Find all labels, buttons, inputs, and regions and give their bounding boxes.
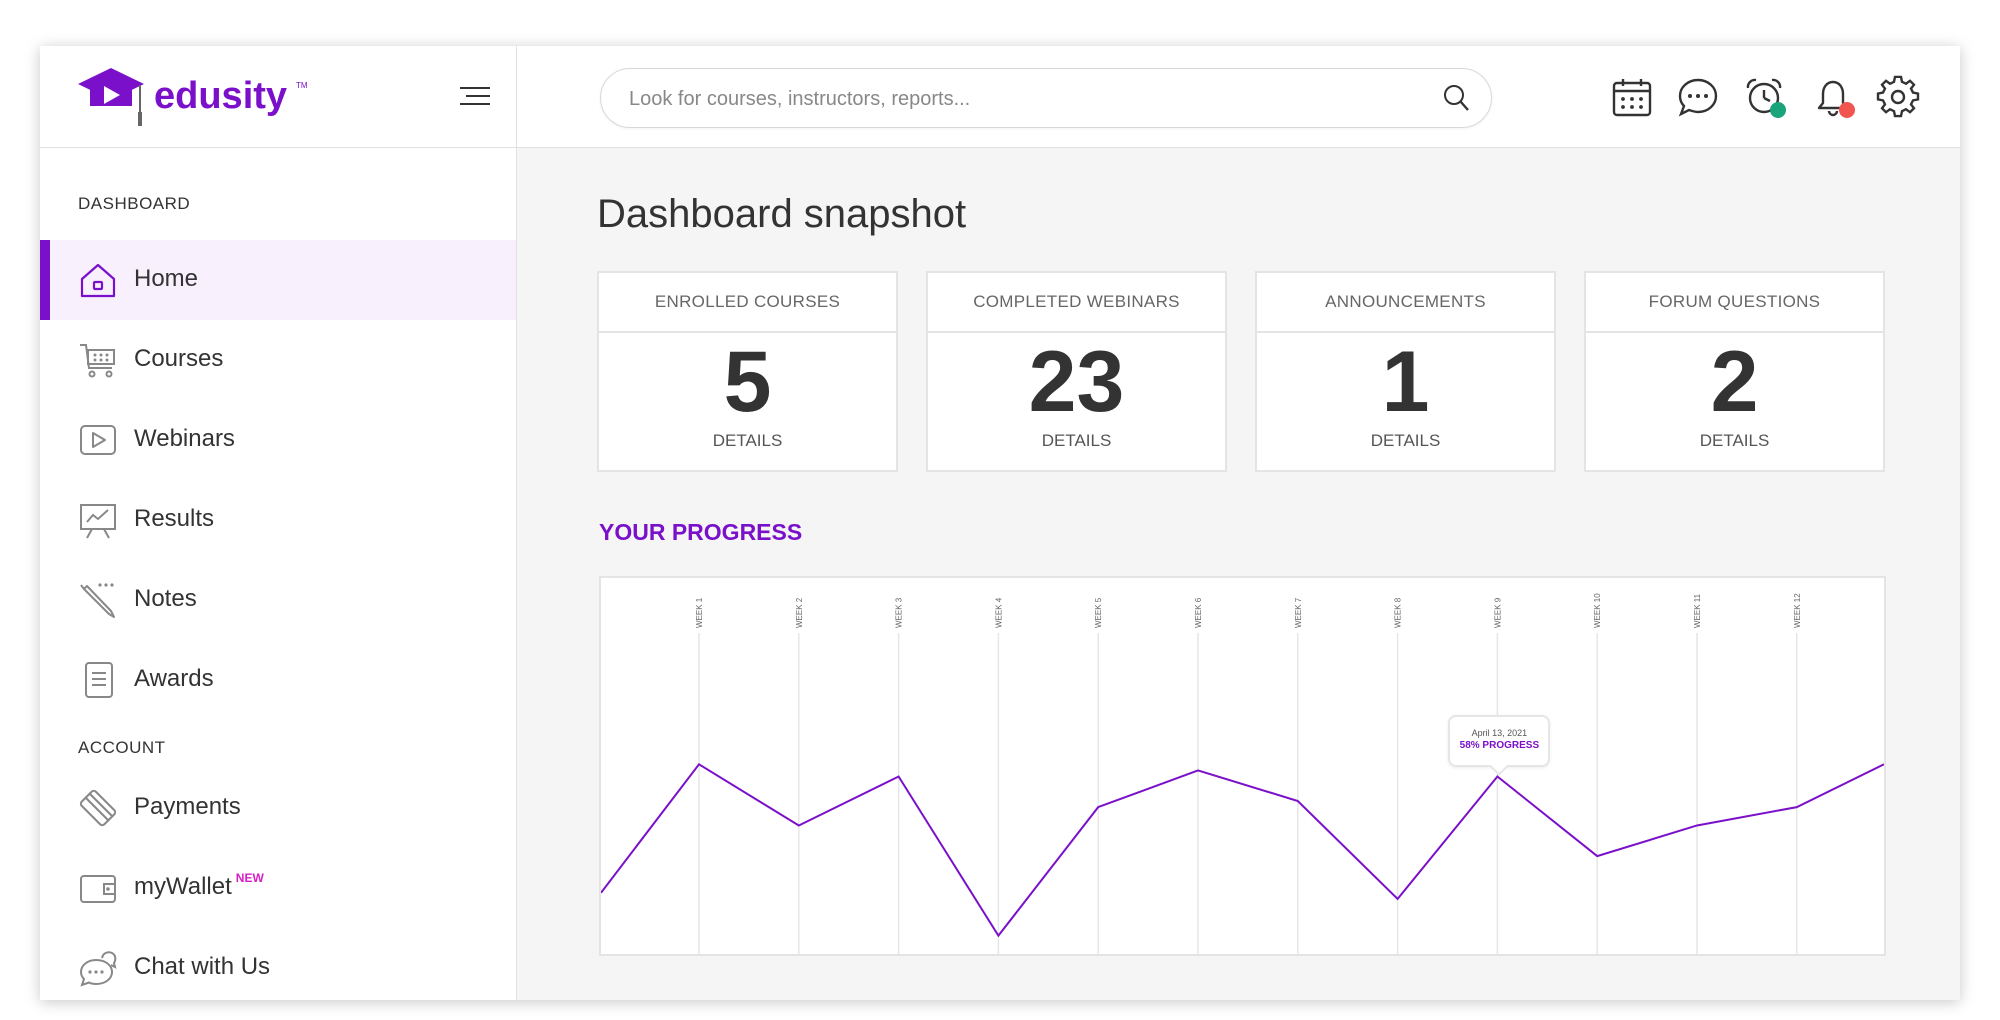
sidebar-item-label: myWallet NEW <box>134 871 264 901</box>
sidebar-item-webinars[interactable]: Webinars <box>40 400 516 480</box>
sidebar-item-label: Notes <box>134 585 197 612</box>
details-link[interactable]: DETAILS <box>599 431 896 451</box>
chat-bubble-icon[interactable] <box>1675 74 1721 120</box>
presentation-chart-icon <box>80 504 116 539</box>
details-link[interactable]: DETAILS <box>1586 431 1883 451</box>
main-content: Dashboard snapshot ENROLLED COURSES 5 DE… <box>517 148 1960 1000</box>
section-label-account: ACCOUNT <box>78 738 166 757</box>
stat-card-title: ANNOUNCEMENTS <box>1257 273 1554 333</box>
sidebar-item-home[interactable]: Home <box>40 240 516 320</box>
sidebar-item-label: Courses <box>134 345 224 372</box>
x-tick-label: WEEK 4 <box>994 597 1003 628</box>
sidebar-item-label: Webinars <box>134 425 235 452</box>
stat-card-enrolled-courses[interactable]: ENROLLED COURSES 5 DETAILS <box>597 271 898 472</box>
stat-card-value: 2 <box>1710 334 1759 430</box>
edusity-logo[interactable]: edusity TM <box>78 64 308 134</box>
stat-card-title: COMPLETED WEBINARS <box>928 273 1225 333</box>
home-icon <box>80 263 116 298</box>
x-tick-label: WEEK 5 <box>1094 597 1103 628</box>
x-tick-label: WEEK 3 <box>895 597 904 628</box>
stat-card-value: 1 <box>1381 334 1430 430</box>
chart-tooltip: April 13, 2021 58% PROGRESS <box>1448 714 1551 767</box>
calendar-icon[interactable] <box>1609 74 1655 120</box>
sidebar-item-notes[interactable]: Notes <box>40 560 516 640</box>
details-link[interactable]: DETAILS <box>1257 431 1554 451</box>
sidebar: DASHBOARD Home Courses Webinars Results … <box>40 148 517 1000</box>
progress-series-line <box>601 762 1884 938</box>
sidebar-item-mywallet[interactable]: myWallet NEW <box>40 848 516 928</box>
sidebar-item-results[interactable]: Results <box>40 480 516 560</box>
search-input[interactable] <box>627 83 1411 115</box>
bell-status-dot <box>1839 102 1855 118</box>
sidebar-item-label: Results <box>134 505 215 532</box>
x-tick-label: WEEK 7 <box>1294 597 1303 628</box>
progress-section-title: YOUR PROGRESS <box>599 519 803 545</box>
x-tick-label: WEEK 8 <box>1394 597 1403 628</box>
cart-icon <box>80 344 115 378</box>
alarm-clock-icon[interactable] <box>1742 74 1788 120</box>
credit-card-icon <box>79 789 117 827</box>
sidebar-item-label: Awards <box>134 665 214 692</box>
stat-card-forum-questions[interactable]: FORUM QUESTIONS 2 DETAILS <box>1584 271 1885 472</box>
x-tick-label: WEEK 11 <box>1693 593 1702 628</box>
app-window: edusity TM Look for courses, instructors… <box>40 46 1960 1000</box>
svg-text:TM: TM <box>296 81 308 90</box>
section-label-dashboard: DASHBOARD <box>78 194 191 213</box>
sidebar-item-label: Home <box>134 265 199 292</box>
chat-icon <box>79 951 117 987</box>
stat-card-announcements[interactable]: ANNOUNCEMENTS 1 DETAILS <box>1255 271 1556 472</box>
stat-card-completed-webinars[interactable]: COMPLETED WEBINARS 23 DETAILS <box>926 271 1227 472</box>
sidebar-item-awards[interactable]: Awards <box>40 640 516 720</box>
x-tick-label: WEEK 12 <box>1793 593 1802 628</box>
tooltip-value: 58% PROGRESS <box>1459 739 1540 751</box>
sidebar-item-label: Chat with Us <box>134 953 271 980</box>
pencil-icon <box>80 583 115 618</box>
details-link[interactable]: DETAILS <box>928 431 1225 451</box>
search-bar <box>600 68 1492 128</box>
menu-toggle-button[interactable] <box>458 84 492 108</box>
wallet-icon <box>80 875 116 903</box>
stat-card-value: 5 <box>723 334 772 430</box>
x-tick-label: WEEK 10 <box>1593 593 1602 628</box>
sidebar-item-payments[interactable]: Payments <box>40 768 516 848</box>
bell-icon[interactable] <box>1811 74 1857 120</box>
tooltip-date: April 13, 2021 <box>1471 727 1528 738</box>
sidebar-item-chat-with-us[interactable]: Chat with Us <box>40 928 516 1000</box>
stat-card-title: FORUM QUESTIONS <box>1586 273 1883 333</box>
top-bar: edusity TM <box>40 46 1960 148</box>
video-play-icon <box>80 425 116 455</box>
alarm-status-dot <box>1770 102 1786 118</box>
x-tick-label: WEEK 1 <box>695 597 704 628</box>
x-tick-label: WEEK 2 <box>795 597 804 628</box>
search-icon[interactable] <box>1441 83 1471 113</box>
stat-card-title: ENROLLED COURSES <box>599 273 896 333</box>
x-tick-label: WEEK 9 <box>1493 597 1502 628</box>
document-icon <box>85 662 113 698</box>
sidebar-item-label: Payments <box>134 793 241 820</box>
stat-card-value: 23 <box>1028 334 1125 430</box>
new-badge: NEW <box>235 871 264 885</box>
x-tick-label: WEEK 6 <box>1194 597 1203 628</box>
page-title: Dashboard snapshot <box>597 192 967 236</box>
svg-text:edusity: edusity <box>154 75 287 117</box>
sidebar-item-courses[interactable]: Courses <box>40 320 516 400</box>
progress-chart-svg: WEEK 1 WEEK 2 WEEK 3 WEEK 4 WEEK 5 WEEK 6 WEEK… <box>601 593 1884 954</box>
progress-chart: WEEK 1 WEEK 2 WEEK 3 WEEK 4 WEEK 5 WEEK 6 WEEK… <box>599 576 1886 956</box>
gear-icon[interactable] <box>1875 74 1921 120</box>
logo-area: edusity TM <box>40 46 517 147</box>
sidebar-item-label-text: myWallet <box>134 873 232 900</box>
